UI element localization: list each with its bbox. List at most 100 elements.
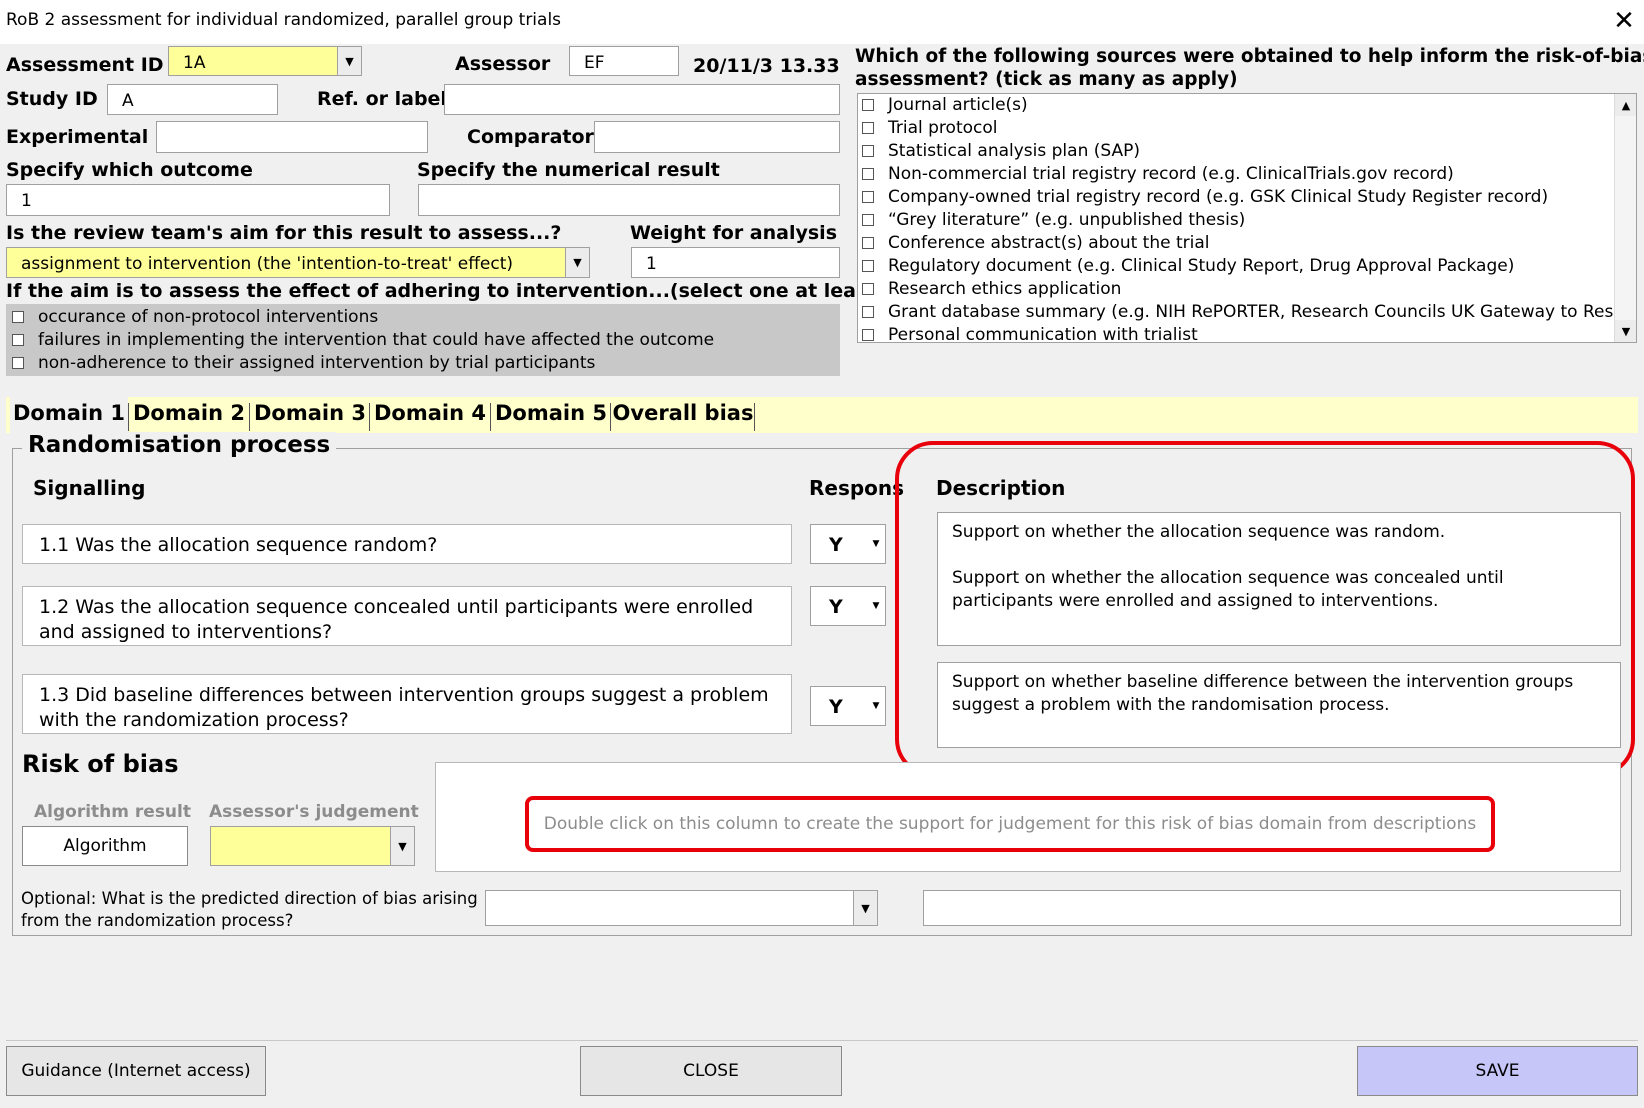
checkbox[interactable] [862, 191, 874, 203]
sources-label-line1: Which of the following sources were obta… [855, 46, 1644, 67]
weight-label: Weight for analysis [630, 222, 838, 244]
adhering-option[interactable]: occurance of non-protocol interventions [12, 307, 840, 330]
checkbox[interactable] [862, 283, 874, 295]
experimental-input[interactable] [156, 121, 428, 153]
sources-list-box[interactable]: Journal article(s) Trial protocol Statis… [857, 93, 1637, 343]
checkbox[interactable] [862, 122, 874, 134]
source-item[interactable]: Trial protocol [862, 118, 1614, 141]
support-hint-text: Double click on this column to create th… [543, 814, 1477, 834]
checkbox[interactable] [12, 311, 24, 323]
scroll-down-icon[interactable]: ▼ [1615, 320, 1636, 342]
study-id-input[interactable]: A [107, 84, 278, 115]
aim-dropdown[interactable]: assignment to intervention (the 'intenti… [6, 247, 590, 278]
tab-divider [754, 403, 755, 431]
save-button[interactable]: SAVE [1357, 1046, 1638, 1096]
response-label: Respons [809, 476, 905, 500]
window-title: RoB 2 assessment for individual randomiz… [6, 10, 562, 30]
source-item[interactable]: “Grey literature” (e.g. unpublished thes… [862, 210, 1614, 233]
outcome-input[interactable]: 1 [6, 184, 390, 216]
response-dropdown[interactable]: Y ▼ [810, 524, 886, 564]
direction-dropdown[interactable]: ▼ [485, 890, 878, 926]
chevron-down-icon[interactable]: ▼ [867, 587, 885, 625]
chevron-down-icon[interactable]: ▼ [853, 891, 877, 925]
checkbox[interactable] [862, 168, 874, 180]
tab-divider [610, 403, 611, 431]
response-value: Y [829, 596, 843, 618]
chevron-down-icon[interactable]: ▼ [565, 248, 589, 277]
response-dropdown[interactable]: Y ▼ [810, 686, 886, 726]
tab-divider [490, 403, 491, 431]
assessment-id-dropdown[interactable]: 1A ▼ [168, 46, 362, 76]
tab-divider [249, 403, 250, 431]
adhering-option[interactable]: non-adherence to their assigned interven… [12, 353, 840, 376]
timestamp: 20/11/3 13.33 [693, 55, 840, 77]
judgement-dropdown[interactable]: ▼ [210, 826, 415, 866]
adhering-option[interactable]: failures in implementing the interventio… [12, 330, 840, 353]
ref-input[interactable] [444, 84, 840, 115]
source-item[interactable]: Non-commercial trial registry record (e.… [862, 164, 1614, 187]
checkbox[interactable] [862, 237, 874, 249]
adhering-label: If the aim is to assess the effect of ad… [6, 280, 886, 302]
chevron-down-icon[interactable]: ▼ [390, 827, 414, 865]
response-value: Y [829, 534, 843, 556]
tab-divider [128, 403, 129, 431]
tab-domain-5[interactable]: Domain 5 [492, 397, 610, 433]
response-value: Y [829, 696, 843, 718]
tab-domain-1[interactable]: Domain 1 [10, 397, 128, 433]
sources-label-line2: assessment? (tick as many as apply) [855, 69, 1238, 90]
checkbox[interactable] [862, 329, 874, 341]
experimental-label: Experimental [6, 126, 149, 148]
tab-domain-3[interactable]: Domain 3 [251, 397, 369, 433]
response-dropdown[interactable]: Y ▼ [810, 586, 886, 626]
numerical-label: Specify the numerical result [417, 159, 720, 181]
checkbox[interactable] [862, 306, 874, 318]
study-id-label: Study ID [6, 88, 98, 110]
direction-label-line2: from the randomization process? [21, 911, 294, 930]
sources-scrollbar[interactable]: ▲ ▼ [1614, 94, 1636, 342]
checkbox[interactable] [12, 334, 24, 346]
direction-note-input[interactable] [923, 890, 1621, 926]
ref-label: Ref. or label [317, 88, 447, 110]
assessment-id-label: Assessment ID [6, 54, 164, 76]
guidance-button[interactable]: Guidance (Internet access) [6, 1046, 266, 1096]
chevron-down-icon[interactable]: ▼ [337, 47, 361, 75]
domain-title: Randomisation process [22, 432, 337, 458]
aim-value: assignment to intervention (the 'intenti… [21, 254, 514, 274]
sources-list: Journal article(s) Trial protocol Statis… [862, 95, 1614, 342]
scroll-up-icon[interactable]: ▲ [1615, 94, 1636, 116]
chevron-down-icon[interactable]: ▼ [867, 687, 885, 725]
source-item[interactable]: Personal communication with trialist [862, 325, 1614, 342]
support-hint-box: Double click on this column to create th… [525, 796, 1495, 852]
checkbox[interactable] [862, 145, 874, 157]
direction-label-line1: Optional: What is the predicted directio… [21, 889, 478, 908]
checkbox[interactable] [12, 357, 24, 369]
tab-overall-bias[interactable]: Overall bias [612, 397, 754, 433]
tab-domain-2[interactable]: Domain 2 [130, 397, 248, 433]
assessor-label: Assessor [455, 53, 551, 75]
chevron-down-icon[interactable]: ▼ [867, 525, 885, 563]
source-item[interactable]: Statistical analysis plan (SAP) [862, 141, 1614, 164]
source-item[interactable]: Journal article(s) [862, 95, 1614, 118]
algorithm-button[interactable]: Algorithm [22, 826, 188, 866]
source-item[interactable]: Research ethics application [862, 279, 1614, 302]
close-button[interactable]: CLOSE [580, 1046, 842, 1096]
algorithm-result-label: Algorithm result [34, 802, 191, 822]
source-item[interactable]: Conference abstract(s) about the trial [862, 233, 1614, 256]
signalling-question: 1.3 Did baseline differences between int… [22, 674, 792, 734]
aim-label: Is the review team's aim for this result… [6, 222, 562, 244]
source-item[interactable]: Company-owned trial registry record (e.g… [862, 187, 1614, 210]
source-item[interactable]: Regulatory document (e.g. Clinical Study… [862, 256, 1614, 279]
checkbox[interactable] [862, 214, 874, 226]
numerical-input[interactable] [418, 184, 840, 216]
weight-input[interactable]: 1 [631, 247, 840, 278]
close-window-icon[interactable]: ✕ [1610, 6, 1638, 36]
source-item[interactable]: Grant database summary (e.g. NIH RePORTE… [862, 302, 1614, 325]
annotation-highlight [895, 441, 1635, 777]
signalling-question: 1.2 Was the allocation sequence conceale… [22, 586, 792, 646]
signalling-label: Signalling [33, 476, 146, 500]
comparator-input[interactable] [594, 121, 840, 153]
checkbox[interactable] [862, 260, 874, 272]
assessor-input[interactable]: EF [569, 46, 679, 76]
tab-domain-4[interactable]: Domain 4 [371, 397, 489, 433]
checkbox[interactable] [862, 99, 874, 111]
